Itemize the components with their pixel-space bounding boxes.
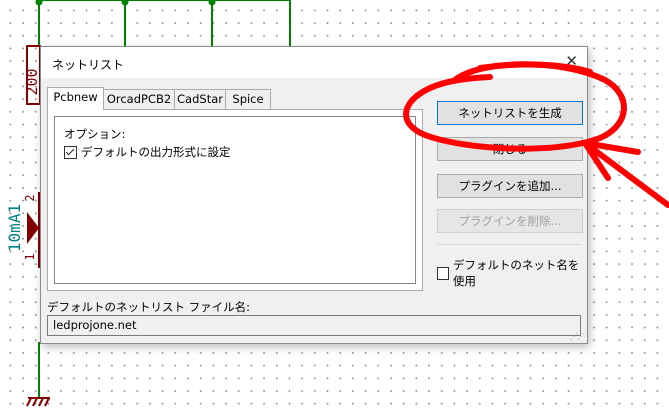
close-button[interactable]: 閉じる	[437, 137, 583, 161]
resistor-value: 200	[23, 68, 41, 95]
netlist-filename-label: デフォルトのネットリスト ファイル名:	[47, 300, 251, 314]
dialog-title: ネットリスト	[52, 58, 125, 72]
pcbnew-tab-panel: オプション: デフォルトの出力形式に設定	[47, 109, 423, 291]
ground-symbol	[26, 397, 50, 407]
resize-grip-icon[interactable]: ⋰⋰	[570, 332, 585, 341]
default-format-label: デフォルトの出力形式に設定	[81, 145, 231, 159]
led-symbol[interactable]: 2 1 10mA1	[5, 192, 40, 268]
options-group: オプション: デフォルトの出力形式に設定	[54, 116, 416, 284]
close-icon[interactable]: ✕	[565, 52, 578, 70]
default-net-name-row[interactable]: デフォルトのネット名を使用	[437, 257, 587, 289]
default-net-name-checkbox[interactable]	[437, 266, 449, 280]
led-reference: 10mA1	[5, 204, 24, 252]
default-format-checkbox[interactable]	[64, 145, 77, 159]
default-format-checkbox-row[interactable]: デフォルトの出力形式に設定	[64, 144, 231, 160]
led-pin-1: 1	[23, 253, 37, 260]
button-separator	[437, 244, 581, 245]
netlist-dialog: ネットリスト ✕ Pcbnew OrcadPCB2 CadStar Spice …	[40, 46, 588, 344]
generate-netlist-button[interactable]: ネットリストを生成	[437, 101, 583, 125]
tab-orcadpcb2[interactable]: OrcadPCB2	[103, 89, 175, 109]
dialog-titlebar[interactable]: ネットリスト ✕	[41, 47, 587, 78]
options-label: オプション:	[64, 127, 126, 141]
resistor-symbol[interactable]: 200	[23, 45, 41, 105]
add-plugin-button[interactable]: プラグインを追加...	[437, 174, 583, 198]
tab-pcbnew[interactable]: Pcbnew	[47, 87, 104, 110]
led-pin-2: 2	[23, 194, 37, 201]
default-net-name-label: デフォルトのネット名を使用	[452, 258, 580, 288]
tab-spice[interactable]: Spice	[225, 89, 271, 109]
remove-plugin-button: プラグインを削除...	[437, 209, 583, 233]
tab-cadstar[interactable]: CadStar	[174, 89, 226, 109]
netlist-filename-field[interactable]: ledprojone.net	[47, 315, 581, 336]
